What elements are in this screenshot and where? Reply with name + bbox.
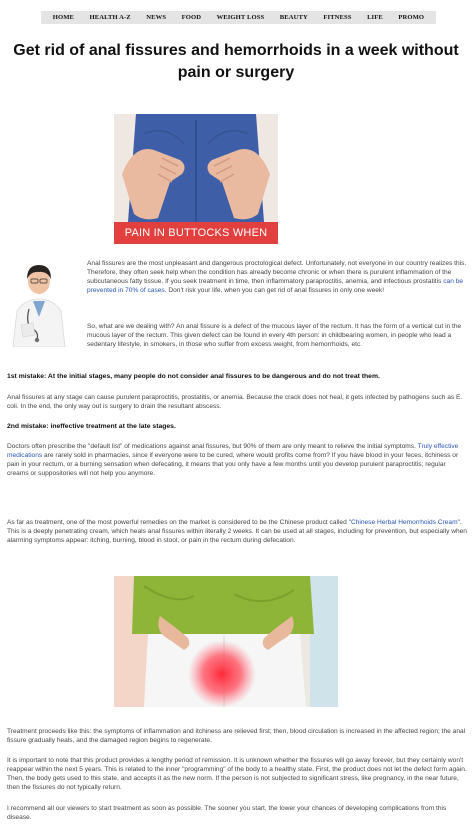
article-title: Get rid of anal fissures and hemorrhoids… xyxy=(13,42,459,81)
nav-item-news[interactable]: NEWS xyxy=(146,13,166,22)
heading-second-mistake: 2nd mistake: ineffective treatment at th… xyxy=(7,423,176,430)
hero-image: PAIN IN BUTTOCKS WHEN SITTING xyxy=(114,114,278,244)
pain-image xyxy=(114,576,338,707)
paragraph-intro-text: Anal fissures are the most unpleasant an… xyxy=(87,260,467,286)
link-chinese-herbal-cream[interactable]: Chinese Herbal Hemorrhoids Cream xyxy=(351,519,458,526)
paragraph-medications-text-end: are rarely sold in pharmacies, since if … xyxy=(7,452,459,478)
nav-item-promo[interactable]: PROMO xyxy=(398,13,424,22)
nav-item-life[interactable]: LIFE xyxy=(367,13,383,22)
paragraph-medications-text: Doctors often prescribe the "default lis… xyxy=(7,443,418,450)
paragraph-intro-text-end: . Don't risk your life, when you can get… xyxy=(164,287,385,295)
heading-first-mistake: 1st mistake: At the initial stages, many… xyxy=(7,373,380,380)
doctor-illustration xyxy=(7,259,71,347)
nav-item-food[interactable]: FOOD xyxy=(182,13,201,22)
nav-item-weight-loss[interactable]: WEIGHT LOSS xyxy=(217,13,265,22)
paragraph-remission: It is important to note that this produc… xyxy=(7,757,467,792)
paragraph-medications: Doctors often prescribe the "default lis… xyxy=(7,442,467,478)
paragraph-initial-stages: Anal fissures at any stage can cause pur… xyxy=(7,394,463,411)
paragraph-intro: Anal fissures are the most unpleasant an… xyxy=(87,259,467,295)
paragraph-definition: So, what are we dealing with? An anal fi… xyxy=(87,323,462,349)
pain-illustration xyxy=(114,576,338,707)
paragraph-treatment-process: Treatment proceeds like this: the sympto… xyxy=(7,728,466,745)
nav-item-health-a-z[interactable]: HEALTH A-Z xyxy=(90,13,131,22)
top-navigation: HOME HEALTH A-Z NEWS FOOD WEIGHT LOSS BE… xyxy=(41,11,436,24)
paragraph-treatment-product: As far as treatment, one of the most pow… xyxy=(7,518,467,545)
paragraph-recommendation: I recommend all our viewers to start tre… xyxy=(7,805,447,822)
doctor-photo xyxy=(7,259,71,347)
nav-item-home[interactable]: HOME xyxy=(53,13,74,22)
nav-item-fitness[interactable]: FITNESS xyxy=(323,13,351,22)
hero-caption: PAIN IN BUTTOCKS WHEN SITTING xyxy=(114,222,278,244)
paragraph-treatment-text: As far as treatment, one of the most pow… xyxy=(7,519,351,526)
nav-item-beauty[interactable]: BEAUTY xyxy=(280,13,308,22)
